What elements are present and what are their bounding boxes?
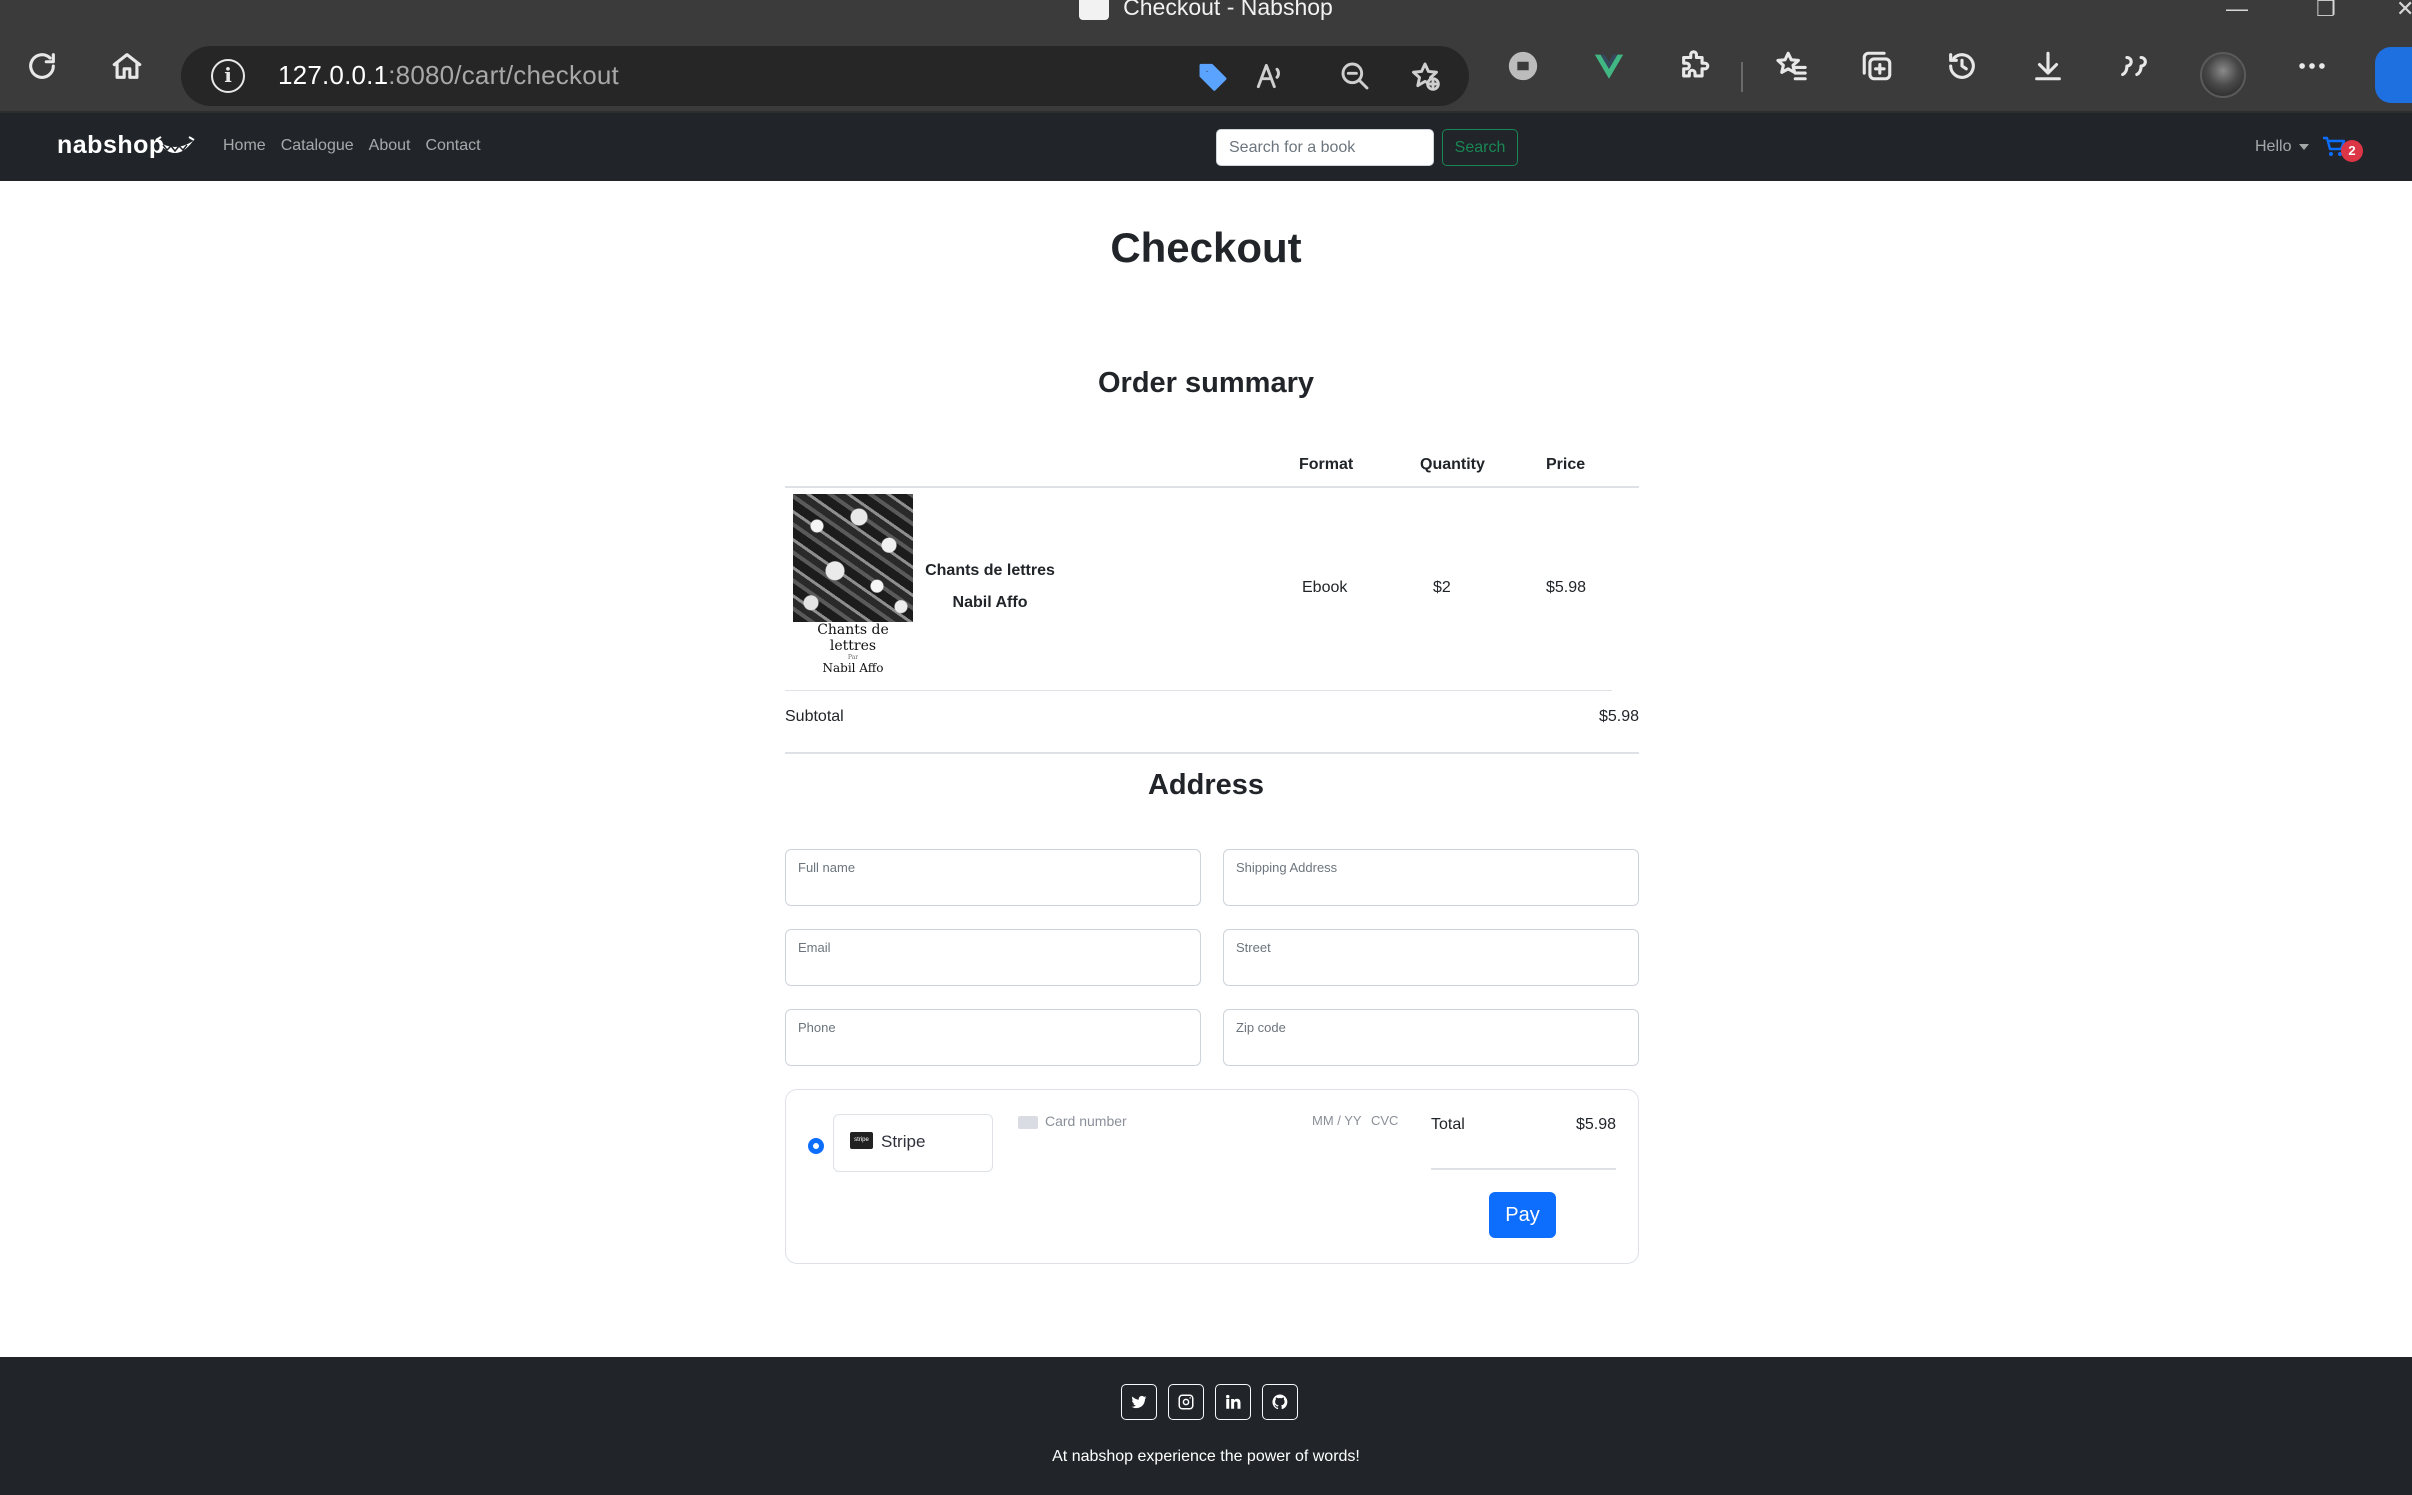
- phone-label: Phone: [798, 1020, 836, 1035]
- smile-logo-icon[interactable]: [155, 135, 195, 161]
- nav-catalogue[interactable]: Catalogue: [281, 137, 354, 155]
- column-header-format: Format: [1299, 456, 1354, 473]
- user-menu-label: Hello: [2255, 138, 2292, 155]
- bing-icon[interactable]: [2375, 47, 2412, 103]
- search-button[interactable]: Search: [1442, 129, 1518, 166]
- book-cover-artwork: [793, 494, 913, 622]
- pay-button[interactable]: Pay: [1489, 1192, 1556, 1238]
- nav-links: Home Catalogue About Contact: [223, 137, 481, 155]
- full-name-label: Full name: [798, 860, 856, 875]
- caret-down-icon: [2299, 143, 2310, 150]
- full-name-field[interactable]: Full name: [785, 849, 1201, 906]
- footer-tagline: At nabshop experience the power of words…: [1052, 1448, 1360, 1465]
- page-title: Checkout: [1110, 224, 1302, 271]
- row-divider: [785, 690, 1612, 691]
- browser-toolbar: i 127.0.0.1:8080/cart/checkout: [0, 20, 2412, 113]
- credit-card-icon: [1018, 1116, 1038, 1129]
- more-icon[interactable]: [2292, 46, 2332, 86]
- read-aloud-icon[interactable]: [1249, 56, 1289, 96]
- quote-icon[interactable]: [2114, 46, 2154, 86]
- card-expiry-input[interactable]: MM / YY: [1312, 1113, 1362, 1128]
- street-label: Street: [1236, 940, 1271, 955]
- add-favorite-icon[interactable]: [1405, 56, 1445, 96]
- cover-by: Par: [847, 654, 859, 661]
- street-field[interactable]: Street: [1223, 929, 1639, 986]
- home-icon[interactable]: [107, 46, 147, 86]
- info-icon[interactable]: i: [211, 59, 245, 93]
- cover-author: Nabil Affo: [822, 661, 884, 675]
- book-title[interactable]: Chants de lettres: [900, 562, 1080, 580]
- toolbar-separator: [1741, 62, 1743, 92]
- refresh-icon[interactable]: [22, 46, 62, 86]
- zip-code-label: Zip code: [1236, 1020, 1286, 1035]
- collections-icon[interactable]: [1857, 46, 1897, 86]
- nav-contact[interactable]: Contact: [425, 137, 480, 155]
- subtotal-divider: [785, 752, 1639, 754]
- total-divider: [1431, 1168, 1616, 1170]
- nav-home[interactable]: Home: [223, 137, 266, 155]
- minimize-button[interactable]: —: [2226, 0, 2248, 22]
- brand-name[interactable]: nabshop: [57, 131, 165, 160]
- nav-about[interactable]: About: [369, 137, 411, 155]
- column-header-quantity: Quantity: [1420, 456, 1485, 473]
- item-format: Ebook: [1302, 579, 1348, 596]
- history-icon[interactable]: [1942, 46, 1982, 86]
- browser-titlebar: Checkout - Nabshop — ❐ ✕: [0, 0, 2412, 22]
- extensions-icon[interactable]: [1675, 46, 1715, 86]
- address-bar[interactable]: i 127.0.0.1:8080/cart/checkout: [181, 46, 1469, 106]
- profile-avatar[interactable]: [2200, 52, 2246, 98]
- stripe-logo-icon: stripe: [850, 1132, 873, 1149]
- item-price: $5.98: [1546, 579, 1587, 596]
- vue-icon[interactable]: [1589, 46, 1629, 86]
- book-author: Nabil Affo: [952, 594, 1028, 611]
- github-icon[interactable]: [1262, 1384, 1298, 1420]
- instagram-icon[interactable]: [1168, 1384, 1204, 1420]
- tag-icon[interactable]: [1193, 56, 1233, 96]
- total-label: Total: [1431, 1116, 1465, 1133]
- email-label: Email: [798, 940, 831, 955]
- site-footer: At nabshop experience the power of words…: [0, 1357, 2412, 1495]
- card-number-input[interactable]: Card number: [1045, 1113, 1127, 1129]
- twitter-icon[interactable]: [1121, 1384, 1157, 1420]
- subtotal-label: Subtotal: [785, 708, 844, 725]
- site-navbar: nabshop Home Catalogue About Contact Sea…: [0, 113, 2412, 181]
- order-summary-title: Order summary: [1098, 367, 1314, 399]
- site-favicon: [1079, 0, 1110, 20]
- table-header-divider: [785, 486, 1639, 488]
- payment-panel: stripe Stripe Card number MM / YY CVC To…: [785, 1089, 1639, 1264]
- email-field[interactable]: Email: [785, 929, 1201, 986]
- phone-field[interactable]: Phone: [785, 1009, 1201, 1066]
- item-quantity: $2: [1433, 579, 1451, 596]
- shipping-address-label: Shipping Address: [1236, 860, 1338, 875]
- zip-code-field[interactable]: Zip code: [1223, 1009, 1639, 1066]
- address-title: Address: [1147, 769, 1265, 801]
- stripe-radio[interactable]: [808, 1138, 824, 1154]
- shipping-address-field[interactable]: Shipping Address: [1223, 849, 1639, 906]
- window-title: Checkout - Nabshop: [0, 0, 2412, 22]
- window-title-text: Checkout - Nabshop: [1123, 0, 1333, 20]
- subtotal-value: $5.98: [1598, 708, 1639, 725]
- social-links: [1121, 1384, 1298, 1420]
- user-menu-dropdown[interactable]: Hello: [2255, 138, 2310, 156]
- payment-method-label: Stripe: [881, 1132, 926, 1151]
- url-text[interactable]: 127.0.0.1:8080/cart/checkout: [278, 60, 619, 91]
- book-cover-image[interactable]: Chants de lettres Par Nabil Affo: [793, 494, 913, 675]
- extension-icon[interactable]: [1503, 46, 1543, 86]
- zoom-out-icon[interactable]: [1335, 56, 1375, 96]
- book-cover-caption: Chants de lettres Par Nabil Affo: [793, 622, 913, 675]
- card-cvc-input[interactable]: CVC: [1371, 1113, 1398, 1128]
- favorites-icon[interactable]: [1771, 46, 1811, 86]
- cart-count-badge: 2: [2341, 140, 2363, 162]
- cover-title: Chants de lettres: [817, 622, 889, 654]
- payment-method-stripe[interactable]: stripe Stripe: [833, 1114, 993, 1172]
- close-window-button[interactable]: ✕: [2396, 0, 2412, 22]
- restore-button[interactable]: ❐: [2316, 0, 2336, 22]
- linkedin-icon[interactable]: [1215, 1384, 1251, 1420]
- column-header-price: Price: [1546, 456, 1586, 473]
- total-value: $5.98: [1576, 1116, 1617, 1133]
- download-icon[interactable]: [2028, 46, 2068, 86]
- search-input[interactable]: [1216, 129, 1434, 166]
